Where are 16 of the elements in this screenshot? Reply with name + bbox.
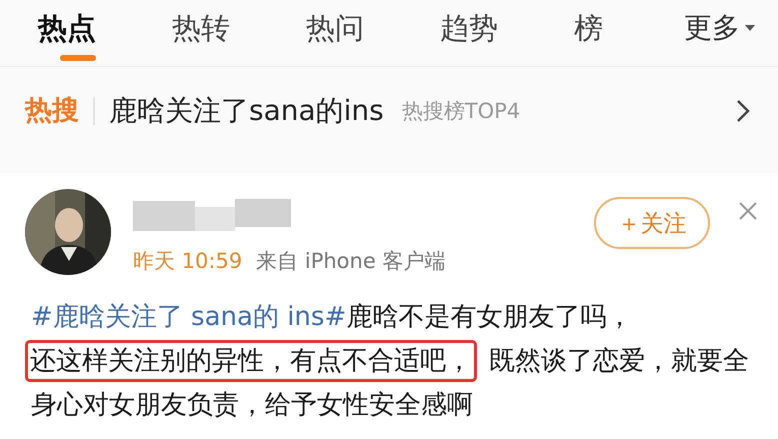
hashtag-link[interactable]: #鹿晗关注了 sana的 ins# [31,302,346,332]
hot-search-title[interactable]: 鹿晗关注了sana的ins [109,92,384,130]
tab[interactable]: 热点 [38,0,172,66]
more-menu[interactable]: 更多 [684,0,756,56]
tab[interactable]: 榜 [574,0,666,66]
tab[interactable]: 热转 [172,0,306,66]
close-icon[interactable] [738,201,758,221]
hot-search-rank: 热搜榜TOP4 [402,98,520,125]
post-source: 来自 iPhone 客户端 [256,249,446,273]
post-text: #鹿晗关注了 sana的 ins#鹿晗不是有女朋友了吗， 还这样关注别的异性，有点不合适吧， 既然谈了恋爱，就要全身心对女朋友负责，给予女性安全感啊 [25,291,757,431]
post-time: 昨天 10:59 [133,249,242,273]
tab[interactable]: 趋势 [440,0,574,66]
chevron-right-icon[interactable] [736,99,750,123]
hot-search-badge: 热搜 [25,97,95,125]
caret-icon [744,24,756,32]
tab[interactable]: 热问 [306,0,440,66]
